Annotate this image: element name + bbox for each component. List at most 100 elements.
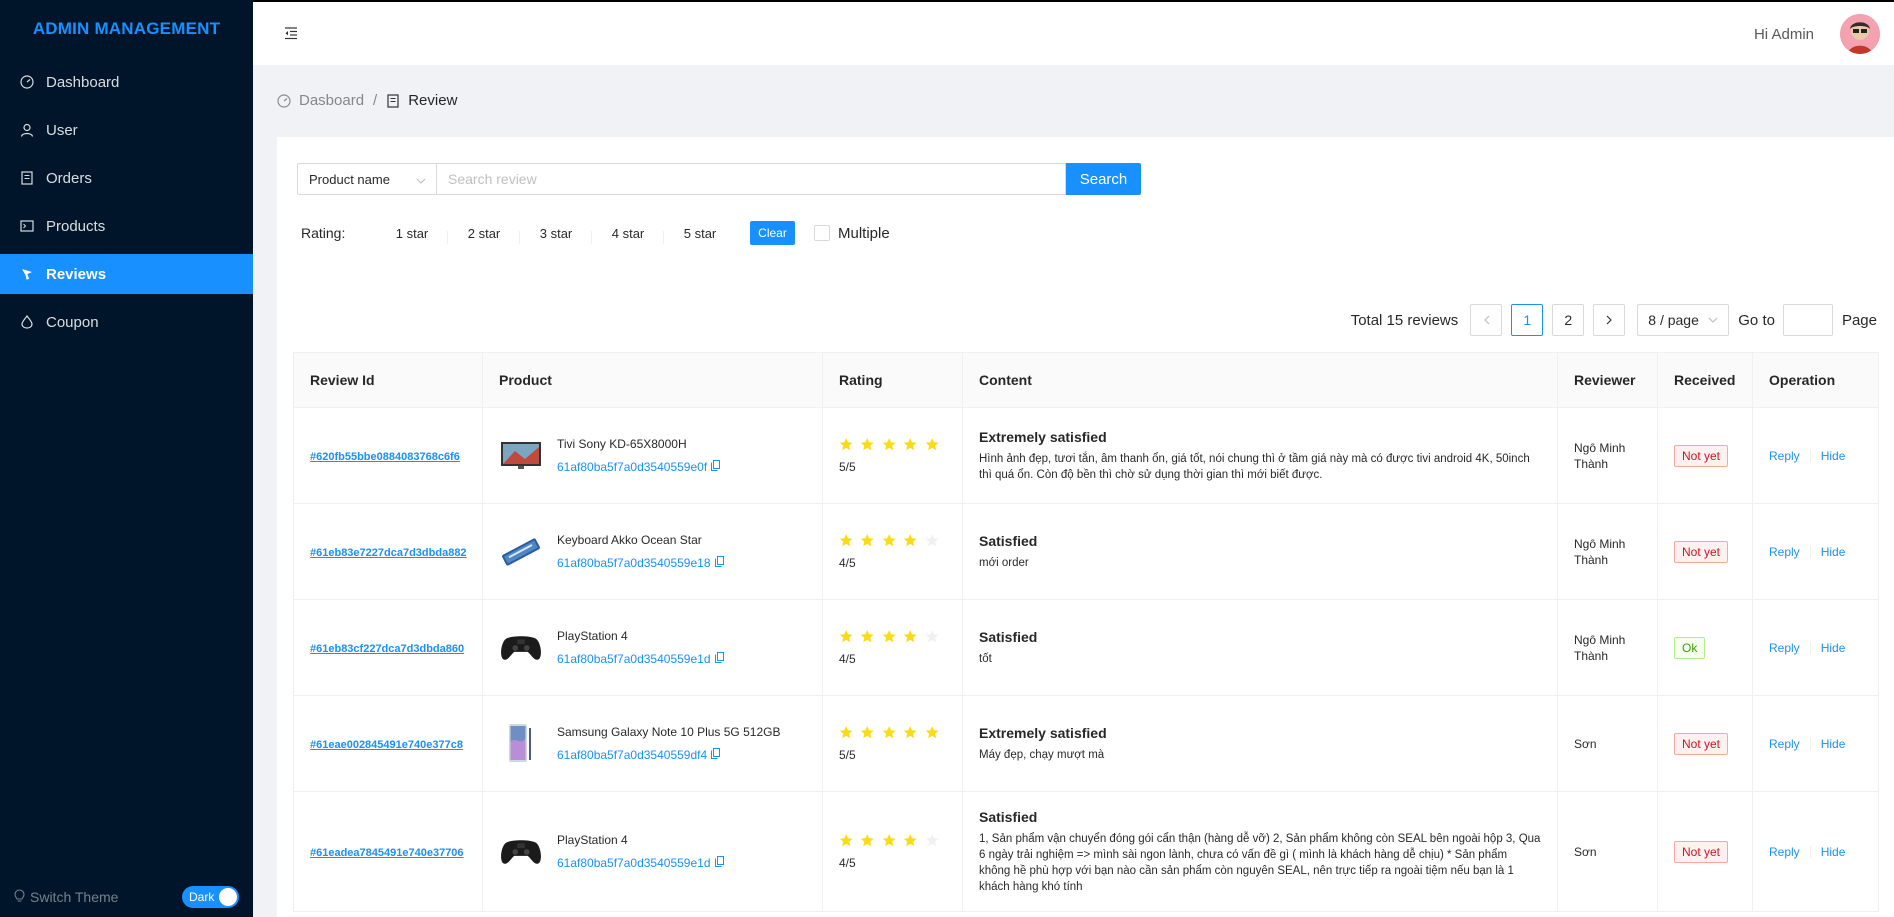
page-1-button[interactable]: 1 (1511, 304, 1544, 336)
reply-link[interactable]: Reply (1769, 449, 1800, 463)
operation-cell: Reply Hide (1752, 599, 1879, 696)
received-cell: Ok (1657, 599, 1753, 696)
hide-link[interactable]: Hide (1821, 845, 1846, 859)
chevron-right-icon (1606, 315, 1612, 325)
table-row: #620fb55bbe0884083768c6f6 Tivi Sony KD-6… (293, 407, 1879, 504)
multiple-checkbox[interactable]: Multiple (814, 225, 890, 242)
reviewer-name: Ngô Minh Thành (1557, 407, 1658, 504)
review-content: Hình ảnh đẹp, tươi tắn, âm thanh ổn, giá… (979, 452, 1530, 481)
copy-icon[interactable] (711, 748, 721, 762)
received-cell: Not yet (1657, 407, 1753, 504)
review-title: Extremely satisfied (979, 724, 1107, 741)
content-cell: Extremely satisfied Máy đẹp, chạy mượt m… (962, 695, 1558, 792)
search-input[interactable] (437, 163, 1066, 195)
clear-button[interactable]: Clear (750, 221, 795, 245)
rating-option-4[interactable]: 4 star (592, 226, 664, 244)
reply-link[interactable]: Reply (1769, 545, 1800, 559)
star-filled-icon (839, 834, 853, 847)
star-filled-icon (839, 726, 853, 739)
hide-link[interactable]: Hide (1821, 449, 1846, 463)
prev-page-button[interactable] (1470, 304, 1503, 336)
search-button[interactable]: Search (1066, 163, 1141, 195)
hide-link[interactable]: Hide (1821, 641, 1846, 655)
hide-link[interactable]: Hide (1821, 545, 1846, 559)
page-size-value: 8 / page (1648, 312, 1699, 328)
reply-link[interactable]: Reply (1769, 845, 1800, 859)
avatar[interactable] (1840, 14, 1880, 54)
rating-option-3[interactable]: 3 star (520, 226, 592, 244)
product-id[interactable]: 61af80ba5f7a0d3540559df4 (557, 748, 780, 762)
switch-theme-label: Switch Theme (14, 888, 118, 906)
search-field-select[interactable]: Product name (297, 163, 437, 195)
review-content: Máy đẹp, chạy mượt mà (979, 748, 1105, 761)
goto-page-input[interactable] (1782, 304, 1833, 336)
rating-text: 5/5 (839, 460, 856, 474)
content-cell: Satisfied mới order (962, 503, 1558, 600)
sidebar-item-orders[interactable]: Orders (0, 158, 253, 198)
app-logo: ADMIN MANAGEMENT (32, 19, 221, 38)
review-id-link[interactable]: #620fb55bbe0884083768c6f6 (310, 451, 460, 463)
star-filled-icon (861, 834, 875, 847)
gamepad-thumbnail (499, 628, 543, 668)
sidebar-item-dashboard[interactable]: Dashboard (0, 62, 253, 102)
next-page-button[interactable] (1593, 304, 1626, 336)
product-id-text: 61af80ba5f7a0d3540559df4 (557, 748, 708, 762)
star-filled-icon (903, 834, 917, 847)
dashboard-icon (277, 93, 291, 108)
copy-icon[interactable] (711, 460, 721, 474)
theme-toggle[interactable]: Dark (182, 886, 239, 908)
product-cell: PlayStation 4 61af80ba5f7a0d3540559e1d (482, 599, 823, 696)
copy-icon[interactable] (714, 652, 724, 666)
page-size-select[interactable]: 8 / page (1637, 304, 1730, 336)
review-title: Satisfied (979, 808, 1038, 825)
sidebar: ADMIN MANAGEMENT Dashboard User Orders P… (0, 0, 253, 917)
sidebar-item-user[interactable]: User (0, 110, 253, 150)
star-filled-icon (882, 438, 896, 451)
copy-icon[interactable] (714, 856, 724, 870)
review-id-link[interactable]: #61eb83cf227dca7d3dbda860 (310, 643, 464, 655)
review-id-link[interactable]: #61eb83e7227dca7d3dbda882 (310, 547, 467, 559)
star-filled-icon (903, 630, 917, 643)
checkbox-box[interactable] (814, 225, 830, 241)
column-header-product: Product (482, 352, 823, 408)
menu-fold-icon[interactable] (284, 26, 298, 43)
page-label: Page (1841, 311, 1877, 329)
column-header-operation: Operation (1752, 352, 1879, 408)
breadcrumb-home[interactable]: Dasboard (299, 92, 364, 109)
product-id[interactable]: 61af80ba5f7a0d3540559e1d (557, 652, 724, 666)
sidebar-item-reviews[interactable]: Reviews (0, 254, 253, 294)
table-header-row: Review Id Product Rating Content Reviewe… (293, 352, 1879, 408)
product-name: Samsung Galaxy Note 10 Plus 5G 512GB (557, 725, 781, 739)
status-badge: Not yet (1674, 732, 1729, 755)
sidebar-item-products[interactable]: Products (0, 206, 253, 246)
product-id[interactable]: 61af80ba5f7a0d3540559e18 (557, 556, 724, 570)
reply-link[interactable]: Reply (1769, 737, 1800, 751)
table-row: #61eb83e7227dca7d3dbda882 Keyboard Akko … (293, 503, 1879, 600)
hide-link[interactable]: Hide (1821, 737, 1846, 751)
review-id-cell: #61eadea7845491e740e37706 (293, 791, 483, 912)
rating-option-1[interactable]: 1 star (376, 226, 448, 244)
rating-text: 4/5 (839, 856, 856, 870)
theme-toggle-label: Dark (189, 890, 215, 904)
review-id-link[interactable]: #61eae002845491e740e377c8 (310, 739, 463, 751)
rating-option-5[interactable]: 5 star (664, 226, 736, 241)
star-filled-icon (903, 726, 917, 739)
review-id-link[interactable]: #61eadea7845491e740e37706 (310, 847, 464, 859)
table-row: #61eae002845491e740e377c8 Samsung Galaxy… (293, 695, 1879, 792)
reviewer-name: Sơn (1557, 791, 1658, 912)
sidebar-item-label: Orders (46, 169, 92, 187)
product-name: PlayStation 4 (557, 833, 628, 847)
sidebar-item-coupon[interactable]: Coupon (0, 302, 253, 342)
user-icon (20, 123, 34, 137)
copy-icon[interactable] (714, 556, 724, 570)
product-id[interactable]: 61af80ba5f7a0d3540559e1d (557, 856, 724, 870)
rating-option-2[interactable]: 2 star (448, 226, 520, 244)
page-2-button[interactable]: 2 (1552, 304, 1585, 336)
review-id-cell: #61eb83e7227dca7d3dbda882 (293, 503, 483, 600)
product-id[interactable]: 61af80ba5f7a0d3540559e0f (557, 460, 721, 474)
review-id-cell: #61eb83cf227dca7d3dbda860 (293, 599, 483, 696)
reply-link[interactable]: Reply (1769, 641, 1800, 655)
goto-label: Go to (1738, 311, 1775, 329)
star-filled-icon (903, 534, 917, 547)
column-header-rating: Rating (822, 352, 963, 408)
